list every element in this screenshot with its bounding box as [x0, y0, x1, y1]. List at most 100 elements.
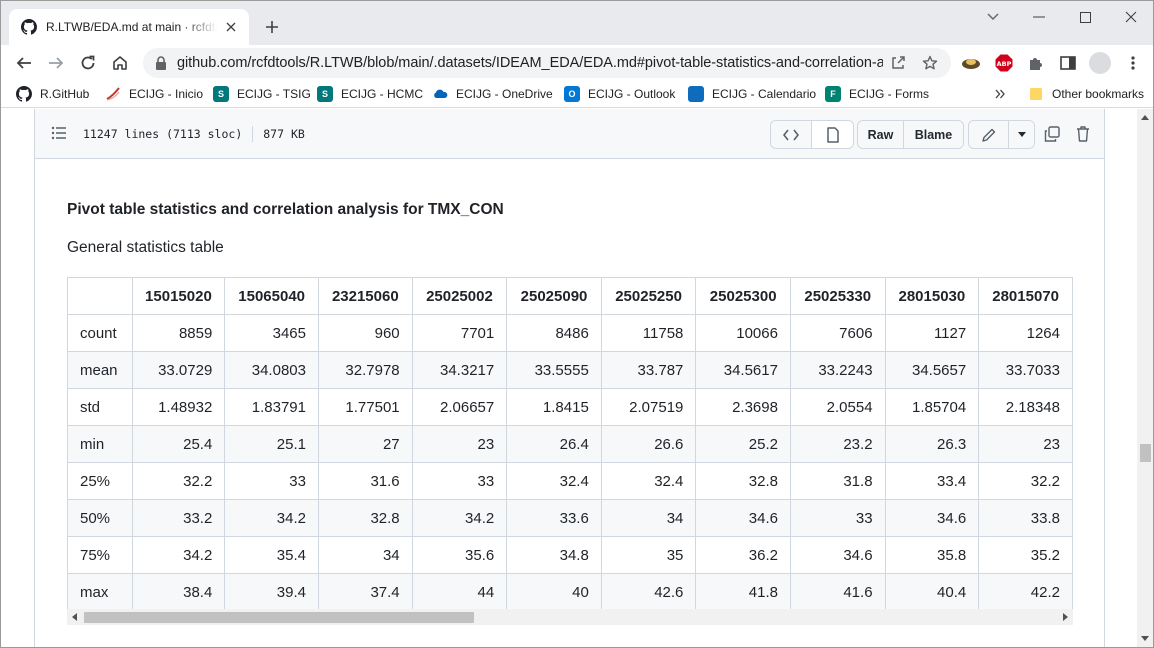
table-cell: 44 [411, 573, 508, 611]
back-icon[interactable] [11, 50, 37, 76]
row-label: 75% [67, 536, 133, 574]
scroll-down-icon[interactable] [1140, 633, 1150, 643]
scroll-left-icon[interactable] [70, 612, 80, 622]
vertical-scroll-thumb[interactable] [1140, 444, 1151, 462]
table-cell: 35 [600, 536, 697, 574]
extensions-puzzle-icon[interactable] [1026, 53, 1046, 73]
table-cell: 37.4 [317, 573, 413, 611]
lock-icon[interactable] [155, 56, 167, 70]
bookmark-ecijg-outlook[interactable]: O ECIJG - Outlook [564, 85, 675, 103]
table-cell: 25.1 [224, 425, 319, 463]
adblock-icon[interactable]: ABP [994, 53, 1014, 73]
copy-icon[interactable] [1041, 123, 1063, 145]
table-cell: 34.3217 [411, 351, 508, 389]
reload-icon[interactable] [75, 50, 101, 76]
column-header: 25025090 [506, 277, 602, 315]
bookmark-ecijg-onedrive[interactable]: ECIJG - OneDrive [432, 85, 553, 103]
bookmark-ecijg-calendario[interactable]: ECIJG - Calendario [688, 85, 816, 103]
table-cell: 32.7978 [317, 351, 413, 389]
column-header [67, 277, 133, 315]
table-cell: 34.5657 [884, 351, 980, 389]
row-label: 50% [67, 499, 133, 537]
table-cell: 11758 [600, 314, 697, 352]
preview-button[interactable] [812, 121, 853, 148]
view-toggle [770, 120, 854, 149]
table-cell: 34.2 [411, 499, 508, 537]
edit-dropdown-button[interactable] [1009, 121, 1034, 148]
table-cell: 41.6 [789, 573, 886, 611]
table-cell: 33 [224, 462, 319, 500]
table-cell: 3465 [224, 314, 319, 352]
stats-table-container[interactable]: 15015020 15065040 23215060 25025002 2502… [67, 277, 1073, 627]
scroll-right-icon[interactable] [1060, 612, 1070, 622]
close-window-icon[interactable] [1116, 7, 1146, 27]
tab-search-icon[interactable] [978, 7, 1008, 27]
table-cell: 26.3 [884, 425, 980, 463]
horizontal-scrollbar[interactable] [67, 609, 1073, 625]
onedrive-icon [432, 86, 448, 102]
table-cell: 8486 [506, 314, 602, 352]
other-bookmarks[interactable]: Other bookmarks [1028, 85, 1144, 103]
table-cell: 1264 [978, 314, 1073, 352]
table-cell: 33 [789, 499, 886, 537]
table-cell: 41.8 [695, 573, 791, 611]
menu-kebab-icon[interactable] [1123, 53, 1143, 73]
table-cell: 1.8415 [506, 388, 602, 426]
outlook-icon: O [564, 86, 580, 102]
table-cell: 26.4 [506, 425, 602, 463]
table-cell: 40 [506, 573, 602, 611]
blame-button[interactable]: Blame [904, 121, 963, 148]
bookmark-ecijg-hcmc[interactable]: S ECIJG - HCMC [317, 85, 423, 103]
table-cell: 26.6 [600, 425, 697, 463]
horizontal-scroll-thumb[interactable] [84, 612, 474, 623]
edit-button[interactable] [969, 121, 1009, 148]
github-icon [21, 19, 37, 35]
star-icon[interactable] [921, 54, 939, 72]
folder-icon [1028, 86, 1044, 102]
trash-icon[interactable] [1072, 123, 1094, 145]
bookmark-ecijg-forms[interactable]: F ECIJG - Forms [825, 85, 929, 103]
profile-avatar[interactable] [1089, 52, 1111, 74]
table-cell: 33.8 [978, 499, 1073, 537]
table-cell: 32.4 [506, 462, 602, 500]
bookmarks-bar: R.GitHub ECIJG - Inicio S ECIJG - TSIG S… [1, 80, 1153, 108]
maximize-icon[interactable] [1070, 7, 1100, 27]
tab-title: R.LTWB/EDA.md at main · rcfdtools/R.LTWB [46, 20, 217, 34]
table-cell: 34 [317, 536, 413, 574]
extension-icon[interactable] [961, 53, 981, 73]
code-view-button[interactable] [771, 121, 812, 148]
table-cell: 23.2 [789, 425, 886, 463]
table-row: mean 33.0729 34.0803 32.7978 34.3217 33.5555 3… [67, 351, 1073, 389]
bookmark-rgithub[interactable]: R.GitHub [16, 85, 89, 103]
stats-table: 15015020 15065040 23215060 25025002 2502… [67, 277, 1073, 611]
table-row: 50% 33.2 34.2 32.8 34.2 33.6 34 34.6 33 34.6 33.8 [67, 499, 1073, 537]
new-tab-button[interactable] [261, 16, 283, 38]
share-icon[interactable] [889, 54, 907, 72]
forward-icon[interactable] [43, 50, 69, 76]
bookmark-label: ECIJG - Forms [849, 87, 929, 101]
home-icon[interactable] [107, 50, 133, 76]
minimize-icon[interactable] [1024, 7, 1054, 27]
bookmark-ecijg-tsig[interactable]: S ECIJG - TSIG [213, 85, 311, 103]
table-cell: 1.48932 [131, 388, 226, 426]
table-row: 75% 34.2 35.4 34 35.6 34.8 35 36.2 34.6 35.8 35.2 [67, 536, 1073, 574]
table-cell: 40.4 [884, 573, 980, 611]
bookmark-ecijg-inicio[interactable]: ECIJG - Inicio [105, 85, 203, 103]
table-row: 25% 32.2 33 31.6 33 32.4 32.4 32.8 31.8 33.4 32.2 [67, 462, 1073, 500]
address-bar[interactable]: github.com/rcfdtools/R.LTWB/blob/main/.d… [143, 48, 951, 78]
scroll-up-icon[interactable] [1140, 113, 1150, 123]
outline-list-icon[interactable] [51, 126, 67, 145]
raw-button[interactable]: Raw [858, 121, 904, 148]
table-cell: 31.8 [789, 462, 886, 500]
table-cell: 34.2 [131, 536, 226, 574]
table-cell: 32.2 [131, 462, 226, 500]
vertical-scrollbar[interactable] [1137, 109, 1153, 647]
url-text[interactable]: github.com/rcfdtools/R.LTWB/blob/main/.d… [177, 55, 883, 71]
browser-tab[interactable]: R.LTWB/EDA.md at main · rcfdtools/R.LTWB [9, 9, 249, 45]
table-cell: 1127 [884, 314, 980, 352]
bookmark-label: ECIJG - HCMC [341, 87, 423, 101]
bookmarks-overflow-icon[interactable] [995, 85, 1005, 103]
close-icon[interactable] [223, 19, 239, 35]
column-header: 28015030 [884, 277, 980, 315]
side-panel-icon[interactable] [1058, 53, 1078, 73]
